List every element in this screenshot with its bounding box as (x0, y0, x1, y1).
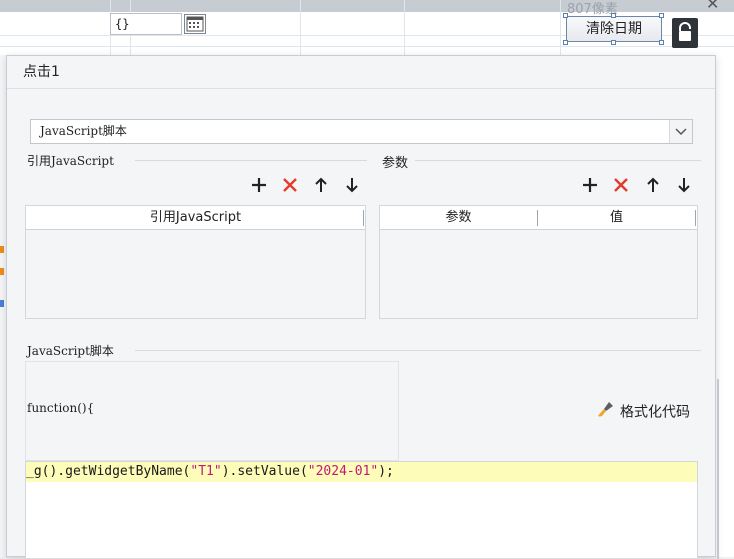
dialog-scrollbar[interactable] (715, 89, 725, 559)
event-type-select[interactable]: JavaScript脚本 (30, 119, 693, 144)
marker (0, 300, 4, 307)
ref-js-table: 引用JavaScript (25, 205, 366, 319)
resize-handle[interactable] (659, 13, 664, 18)
divider (415, 160, 701, 161)
move-ref-down-button[interactable] (342, 175, 362, 195)
add-ref-button[interactable] (249, 175, 269, 195)
resize-handle[interactable] (563, 13, 568, 18)
table-header: 参数 值 (380, 206, 697, 230)
date-widget-input[interactable]: {} (110, 13, 182, 35)
code-editor[interactable]: _g().getWidgetByName("T1").setValue("202… (25, 461, 698, 558)
close-icon[interactable]: ✕ (706, 0, 719, 13)
code-string: "2024-01" (307, 464, 379, 479)
params-table: 参数 值 (379, 205, 698, 319)
dialog-title: 点击1 (7, 56, 715, 89)
resize-handle[interactable] (611, 40, 616, 45)
column-divider[interactable] (695, 210, 696, 226)
clear-date-button[interactable]: 清除日期 (566, 16, 662, 42)
resize-handle[interactable] (563, 40, 568, 45)
move-param-up-button[interactable] (643, 175, 663, 195)
code-line[interactable]: _g().getWidgetByName("T1").setValue("202… (26, 462, 697, 482)
column-divider[interactable] (363, 210, 364, 226)
divider (135, 160, 367, 161)
divider (135, 350, 701, 351)
table-header: 引用JavaScript (26, 206, 365, 230)
scrollbar-thumb[interactable] (717, 379, 719, 559)
delete-param-button[interactable] (611, 175, 631, 195)
move-ref-up-button[interactable] (311, 175, 331, 195)
brush-icon (596, 399, 616, 426)
ref-js-group-label: 引用JavaScript (27, 154, 114, 168)
column-header[interactable]: 值 (538, 206, 695, 229)
code-suffix: ); (378, 464, 394, 479)
marker (0, 246, 4, 253)
script-group-label: JavaScript脚本 (27, 344, 114, 358)
marker (0, 268, 4, 275)
code-string: "T1" (190, 464, 222, 479)
column-header[interactable]: 参数 (380, 206, 537, 229)
params-group-label: 参数 (382, 156, 409, 171)
format-code-label: 格式化代码 (620, 404, 690, 421)
resize-handle[interactable] (659, 40, 664, 45)
calendar-icon[interactable] (184, 14, 206, 34)
move-param-down-button[interactable] (674, 175, 694, 195)
code-middle: ).setValue( (221, 464, 308, 479)
lock-icon[interactable] (672, 18, 698, 48)
add-param-button[interactable] (580, 175, 600, 195)
resize-handle[interactable] (611, 13, 616, 18)
delete-ref-button[interactable] (280, 175, 300, 195)
event-dialog: 点击1 JavaScript脚本 引用JavaScript 引用JavaScri… (6, 55, 719, 559)
format-code-button[interactable]: 格式化代码 (596, 399, 690, 421)
chevron-down-icon[interactable] (669, 120, 692, 143)
function-header: function(){ (27, 401, 95, 415)
code-prefix: _g().getWidgetByName( (26, 464, 191, 479)
event-type-value: JavaScript脚本 (40, 124, 127, 138)
column-header[interactable]: 引用JavaScript (150, 210, 241, 225)
